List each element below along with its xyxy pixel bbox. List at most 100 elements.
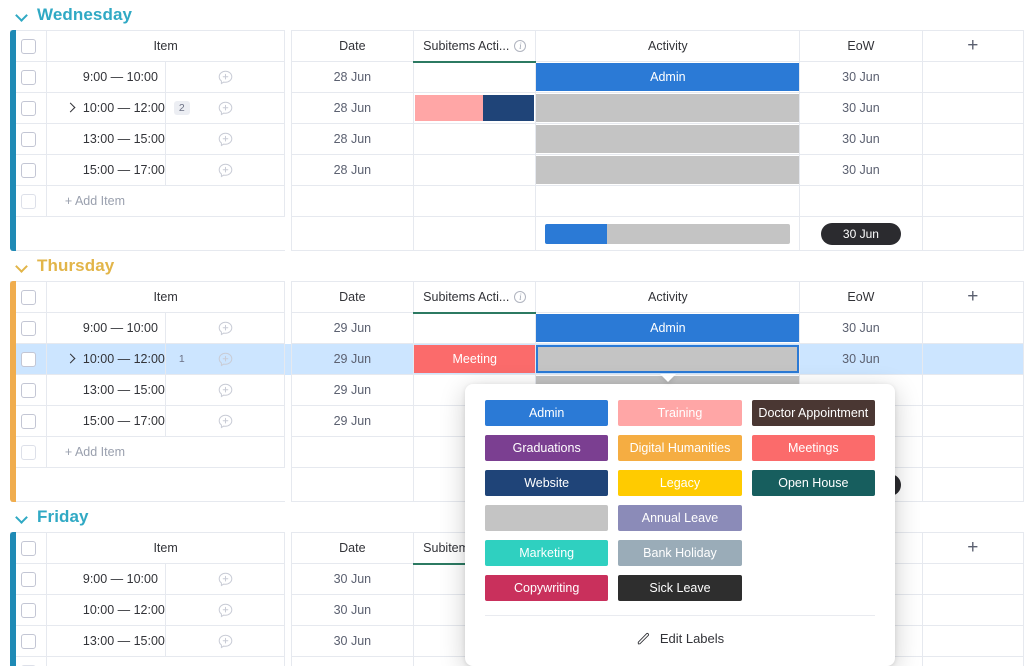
label-option[interactable] (485, 505, 609, 531)
cell-activity[interactable] (535, 123, 801, 155)
add-column-button[interactable]: + (921, 532, 1024, 564)
info-icon[interactable]: i (514, 290, 527, 303)
row-checkbox[interactable] (20, 602, 36, 618)
activity-chip[interactable] (536, 156, 800, 184)
add-comment-icon[interactable] (166, 155, 284, 185)
cell-item[interactable]: 15:00 — 17:00 (45, 154, 167, 186)
cell-subitems[interactable]: Meeting (413, 343, 537, 375)
cell-date[interactable]: 29 Jun (290, 312, 415, 344)
cell-comment[interactable] (165, 563, 286, 595)
cell-eow[interactable]: 30 Jun (799, 61, 923, 93)
activity-chip[interactable] (536, 94, 800, 122)
cell-date[interactable]: 29 Jun (290, 405, 415, 437)
cell-comment[interactable] (165, 154, 286, 186)
cell-item[interactable]: 13:00 — 15:00 (45, 374, 167, 406)
add-comment-icon[interactable] (166, 406, 284, 436)
collapse-chevron-icon[interactable] (16, 9, 28, 21)
group-header[interactable]: Wednesday (0, 0, 1024, 30)
row-checkbox[interactable] (20, 100, 36, 116)
add-comment-icon[interactable] (166, 564, 284, 594)
add-column-button[interactable]: + (921, 30, 1024, 62)
table-row[interactable]: 9:00 — 10:00 29 Jun Admin 30 Jun (10, 312, 1024, 344)
cell-comment[interactable] (165, 594, 286, 626)
cell-date[interactable]: 30 Jun (290, 625, 415, 657)
cell-subitems[interactable] (413, 92, 537, 124)
add-column-button[interactable]: + (921, 281, 1024, 313)
cell-item[interactable]: 13:00 — 15:00 (45, 625, 167, 657)
row-checkbox[interactable] (20, 320, 36, 336)
cell-item[interactable]: 9:00 — 10:00 (45, 312, 167, 344)
collapse-chevron-icon[interactable] (16, 511, 28, 523)
row-checkbox[interactable] (20, 413, 36, 429)
label-option[interactable]: Graduations (485, 435, 609, 461)
cell-item[interactable]: 15:00 — 17:00 (45, 405, 167, 437)
cell-item[interactable]: 10:00 — 12:00 (45, 594, 167, 626)
table-row[interactable]: 13:00 — 15:00 28 Jun 30 Jun (10, 123, 1024, 155)
header-subitems[interactable]: Subitems Acti... i (413, 30, 537, 63)
add-item-cell[interactable]: + Add Item (45, 185, 286, 217)
table-row[interactable]: 15:00 — 17:00 28 Jun 30 Jun (10, 154, 1024, 186)
row-checkbox[interactable] (20, 571, 36, 587)
header-item[interactable]: Item (45, 30, 286, 62)
activity-chip[interactable]: Admin (536, 314, 800, 342)
cell-comment[interactable] (165, 405, 286, 437)
cell-comment[interactable] (165, 625, 286, 657)
cell-activity[interactable] (535, 154, 801, 186)
table-row[interactable]: 10:00 — 12:00 1 29 Jun Meeting 30 Jun (10, 343, 1024, 382)
add-comment-icon[interactable] (166, 626, 284, 656)
edit-labels-button[interactable]: Edit Labels (485, 616, 875, 660)
cell-subitems[interactable] (413, 154, 537, 186)
header-activity[interactable]: Activity (535, 281, 801, 313)
row-checkbox[interactable] (20, 351, 36, 367)
label-option[interactable]: Training (618, 400, 742, 426)
row-checkbox[interactable] (20, 162, 36, 178)
row-checkbox[interactable] (20, 382, 36, 398)
row-checkbox[interactable] (20, 633, 36, 649)
cell-date[interactable]: 28 Jun (290, 123, 415, 155)
header-activity[interactable]: Activity (535, 30, 801, 62)
activity-chip[interactable]: Admin (536, 63, 800, 91)
cell-item[interactable]: 10:00 — 12:00 1 (45, 343, 185, 375)
cell-comment[interactable] (165, 61, 286, 93)
cell-activity[interactable] (535, 92, 801, 124)
row-checkbox[interactable] (20, 131, 36, 147)
cell-date[interactable]: 28 Jun (290, 61, 415, 93)
label-option[interactable]: Admin (485, 400, 609, 426)
select-all-checkbox[interactable] (20, 289, 36, 305)
expand-chevron-icon[interactable] (65, 102, 78, 114)
label-option[interactable]: Legacy (618, 470, 742, 496)
cell-subitems[interactable] (413, 123, 537, 155)
cell-subitems[interactable] (413, 61, 537, 93)
header-date[interactable]: Date (290, 281, 415, 313)
cell-activity[interactable]: Admin (535, 312, 801, 344)
cell-comment[interactable] (165, 312, 286, 344)
label-option[interactable]: Doctor Appointment (751, 400, 875, 426)
add-item-row[interactable]: + Add Item (10, 185, 1024, 217)
activity-chip[interactable] (536, 125, 800, 153)
label-option[interactable]: Sick Leave (618, 575, 742, 601)
select-all-checkbox[interactable] (20, 38, 36, 54)
cell-item[interactable]: 9:00 — 10:00 (45, 61, 167, 93)
table-row[interactable]: 10:00 — 12:00 2 28 Jun 30 Jun (10, 92, 1024, 124)
header-eow[interactable]: EoW (799, 281, 923, 313)
collapse-chevron-icon[interactable] (16, 260, 28, 272)
header-date[interactable]: Date (290, 30, 415, 62)
labels-dropdown[interactable]: Admin Training Doctor Appointment Graduatio… (465, 384, 895, 666)
label-option[interactable]: Open House (751, 470, 875, 496)
label-option[interactable]: Bank Holiday (618, 540, 742, 566)
cell-eow[interactable]: 30 Jun (799, 343, 923, 375)
select-all-checkbox[interactable] (20, 540, 36, 556)
add-item-cell[interactable]: + Add Item (45, 436, 286, 468)
expand-chevron-icon[interactable] (65, 353, 78, 365)
cell-date[interactable]: 30 Jun (290, 563, 415, 595)
cell-comment[interactable] (165, 123, 286, 155)
cell-date[interactable]: 29 Jun (290, 343, 415, 375)
label-option[interactable]: Meetings (751, 435, 875, 461)
cell-eow[interactable]: 30 Jun (799, 154, 923, 186)
add-item-cell[interactable]: + Add Item (45, 656, 286, 666)
cell-item[interactable]: 9:00 — 10:00 (45, 563, 167, 595)
add-comment-icon[interactable] (166, 313, 284, 343)
cell-eow[interactable]: 30 Jun (799, 312, 923, 344)
header-eow[interactable]: EoW (799, 30, 923, 62)
add-comment-icon[interactable] (166, 595, 284, 625)
